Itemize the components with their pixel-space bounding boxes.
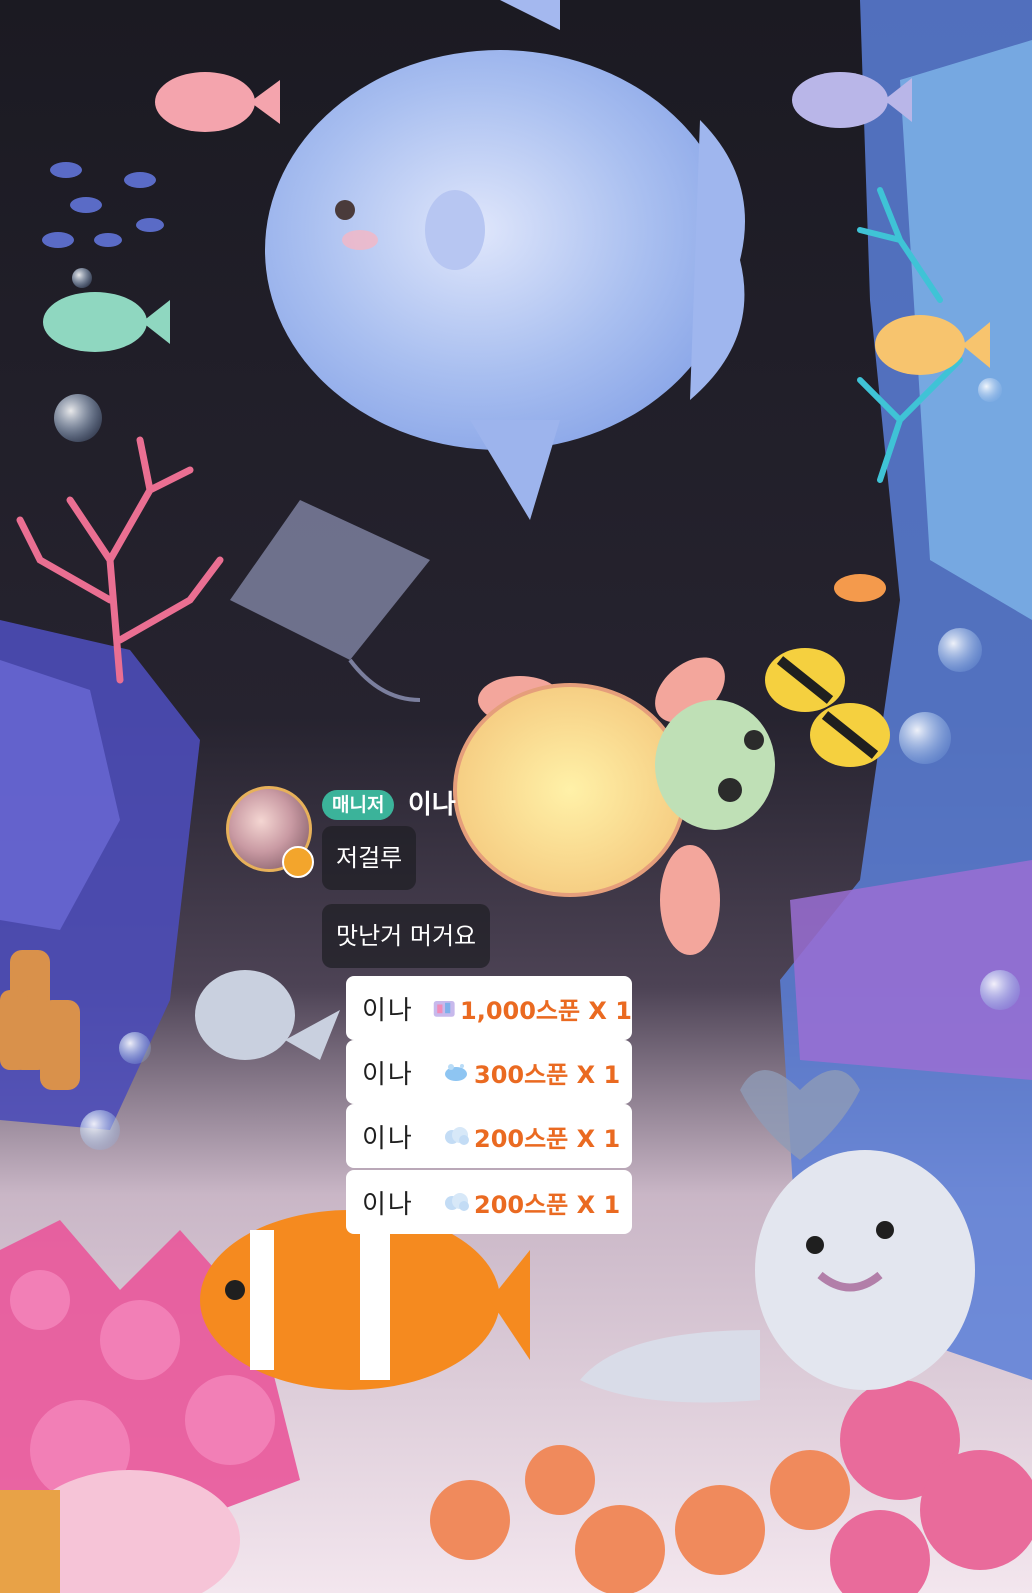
gift-sender-name: 이나: [362, 1059, 414, 1090]
chat-message: 맛난거 머거요: [322, 904, 491, 968]
gift-sender-name: 이나: [362, 995, 414, 1026]
spoon-bundle-icon: [433, 1001, 455, 1017]
spoon-cloud-icon: [445, 1127, 469, 1145]
chat-message: 저걸루: [322, 826, 417, 890]
gift-notification: 이나 1,000스푼 X 1: [346, 976, 632, 1040]
manager-badge: 매니저: [322, 790, 395, 820]
gift-notification: 이나 300스푼 X 1: [346, 1040, 632, 1104]
gift-amount: 200스푼 X 1: [474, 1190, 621, 1219]
gift-amount: 300스푼 X 1: [474, 1060, 621, 1089]
gift-amount: 1,000스푼 X 1: [460, 996, 632, 1025]
spoon-cloud-icon: [445, 1193, 469, 1211]
gift-sender-name: 이나: [362, 1189, 414, 1220]
sender-name[interactable]: 이나: [408, 788, 456, 822]
gift-sender-name: 이나: [362, 1123, 414, 1154]
spoon-splash-icon: [445, 1064, 467, 1081]
gift-amount: 200스푼 X 1: [474, 1124, 621, 1153]
gift-notification: 이나 200스푼 X 1: [346, 1104, 632, 1168]
underwater-background-illustration: [0, 0, 1032, 1593]
fan-level-badge-icon: [282, 846, 314, 878]
gift-notification: 이나 200스푼 X 1: [346, 1170, 632, 1234]
